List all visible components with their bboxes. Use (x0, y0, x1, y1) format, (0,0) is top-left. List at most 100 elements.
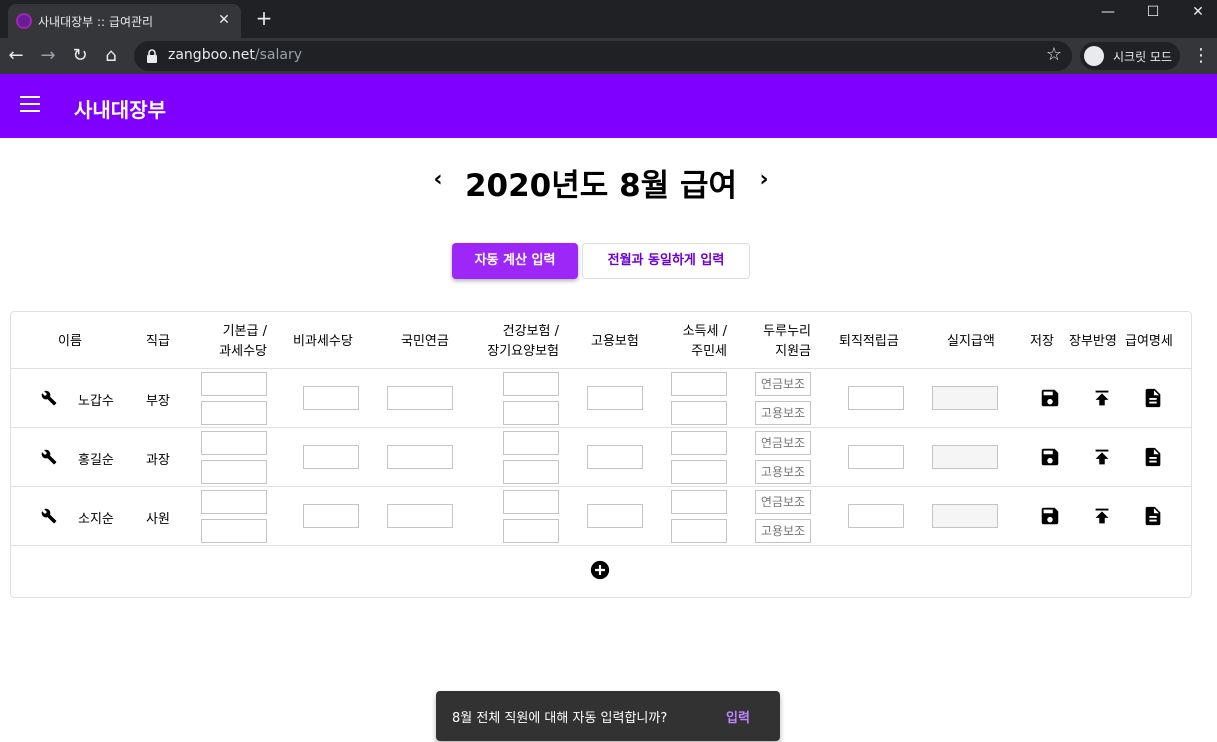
health-insurance-input[interactable] (503, 372, 559, 396)
wrench-icon[interactable] (41, 508, 57, 524)
pension-input[interactable] (387, 445, 453, 469)
upload-to-ledger-icon[interactable] (1091, 446, 1113, 468)
longterm-care-input[interactable] (503, 519, 559, 543)
severance-input[interactable] (848, 504, 904, 528)
month-navigation: ‹ 2020년도 8월 급여 › (0, 160, 1217, 204)
next-month-icon[interactable]: › (752, 166, 776, 194)
page-title: 2020년도 8월 급여 (464, 168, 738, 204)
forward-icon[interactable]: → (34, 42, 62, 70)
reload-icon[interactable]: ↻ (66, 42, 94, 70)
col-rank: 직급 (146, 334, 170, 349)
pension-input[interactable] (387, 386, 453, 410)
save-icon[interactable] (1039, 446, 1061, 468)
wrench-icon[interactable] (41, 390, 57, 406)
income-tax-input[interactable] (671, 372, 727, 396)
pension-support-input[interactable]: 연금보조 (755, 372, 811, 396)
employ-support-input[interactable]: 고용보조 (755, 401, 811, 425)
browser-tab[interactable]: 사내대장부 :: 급여관리 ✕ (8, 4, 241, 38)
nontax-allowance-input[interactable] (303, 386, 359, 410)
app-title: 사내대장부 (74, 98, 166, 122)
employ-support-input[interactable]: 고용보조 (755, 460, 811, 484)
close-window-icon[interactable]: ✕ (1175, 0, 1217, 30)
net-pay-field (932, 504, 998, 528)
nontax-allowance-input[interactable] (303, 504, 359, 528)
col-pension: 국민연금 (401, 334, 449, 349)
employee-rank: 부장 (146, 394, 170, 409)
upload-to-ledger-icon[interactable] (1091, 505, 1113, 527)
taxable-allowance-input[interactable] (201, 401, 267, 425)
row-divider (11, 545, 1191, 546)
header-divider (11, 368, 1191, 369)
col-income: 소득세 / 주민세 (682, 324, 727, 359)
snackbar-message: 8월 전체 직원에 대해 자동 입력합니까? (452, 711, 668, 726)
employee-name: 노갑수 (78, 394, 114, 409)
same-as-last-month-button[interactable]: 전월과 동일하게 입력 (582, 243, 750, 279)
employment-insurance-input[interactable] (587, 386, 643, 410)
resident-tax-input[interactable] (671, 460, 727, 484)
resident-tax-input[interactable] (671, 401, 727, 425)
incognito-label: 시크릿 모드 (1113, 50, 1173, 64)
employee-rank: 과장 (146, 453, 170, 468)
col-durunuri: 두루누리 지원금 (763, 324, 811, 359)
payslip-icon[interactable] (1142, 505, 1164, 527)
tab-close-icon[interactable]: ✕ (215, 11, 233, 29)
save-icon[interactable] (1039, 505, 1061, 527)
nontax-allowance-input[interactable] (303, 445, 359, 469)
col-net: 실지급액 (947, 334, 995, 349)
resident-tax-input[interactable] (671, 519, 727, 543)
upload-to-ledger-icon[interactable] (1091, 387, 1113, 409)
employ-support-input[interactable]: 고용보조 (755, 519, 811, 543)
health-insurance-input[interactable] (503, 431, 559, 455)
snackbar-confirm-button[interactable]: 입력 (726, 707, 750, 726)
col-ledger: 장부반영 (1069, 334, 1117, 349)
minimize-icon[interactable]: — (1085, 0, 1131, 30)
payslip-icon[interactable] (1142, 387, 1164, 409)
browser-titlebar: 사내대장부 :: 급여관리 ✕ + — ☐ ✕ (0, 0, 1217, 38)
add-employee-icon[interactable] (590, 560, 610, 580)
auto-calc-button[interactable]: 자동 계산 입력 (452, 243, 578, 279)
new-tab-icon[interactable]: + (253, 7, 275, 29)
prev-month-icon[interactable]: ‹ (426, 166, 450, 194)
payslip-icon[interactable] (1142, 446, 1164, 468)
taxable-allowance-input[interactable] (201, 460, 267, 484)
incognito-badge[interactable]: 시크릿 모드 (1080, 42, 1180, 70)
income-tax-input[interactable] (671, 431, 727, 455)
row-divider (11, 427, 1191, 428)
base-salary-input[interactable] (201, 372, 267, 396)
severance-input[interactable] (848, 386, 904, 410)
app-bar: 사내대장부 (0, 74, 1217, 138)
longterm-care-input[interactable] (503, 460, 559, 484)
col-health: 건강보험 / 장기요양보험 (487, 324, 559, 359)
maximize-icon[interactable]: ☐ (1130, 0, 1176, 30)
employee-rank: 사원 (146, 512, 170, 527)
pension-support-input[interactable]: 연금보조 (755, 490, 811, 514)
health-insurance-input[interactable] (503, 490, 559, 514)
base-salary-input[interactable] (201, 431, 267, 455)
menu-icon[interactable] (20, 96, 40, 116)
home-icon[interactable]: ⌂ (97, 42, 125, 70)
employment-insurance-input[interactable] (587, 504, 643, 528)
col-employ: 고용보험 (591, 334, 639, 349)
taxable-allowance-input[interactable] (201, 519, 267, 543)
longterm-care-input[interactable] (503, 401, 559, 425)
employment-insurance-input[interactable] (587, 445, 643, 469)
col-base: 기본급 / 과세수당 (219, 324, 267, 359)
wrench-icon[interactable] (41, 449, 57, 465)
base-salary-input[interactable] (201, 490, 267, 514)
back-icon[interactable]: ← (2, 42, 30, 70)
browser-toolbar: ← → ↻ ⌂ zangboo.net/salary ☆ 시크릿 모드 ⋮ (0, 38, 1217, 74)
browser-menu-icon[interactable]: ⋮ (1192, 44, 1210, 68)
col-name: 이름 (58, 334, 82, 349)
col-payslip: 급여명세 (1125, 334, 1173, 349)
severance-input[interactable] (848, 445, 904, 469)
address-bar[interactable]: zangboo.net/salary ☆ (134, 41, 1072, 71)
col-nontax: 비과세수당 (293, 334, 353, 349)
pension-input[interactable] (387, 504, 453, 528)
save-icon[interactable] (1039, 387, 1061, 409)
income-tax-input[interactable] (671, 490, 727, 514)
incognito-icon (1084, 46, 1104, 66)
bookmark-star-icon[interactable]: ☆ (1046, 44, 1062, 65)
employee-name: 홍길순 (78, 453, 114, 468)
url-text: zangboo.net/salary (168, 47, 302, 63)
pension-support-input[interactable]: 연금보조 (755, 431, 811, 455)
